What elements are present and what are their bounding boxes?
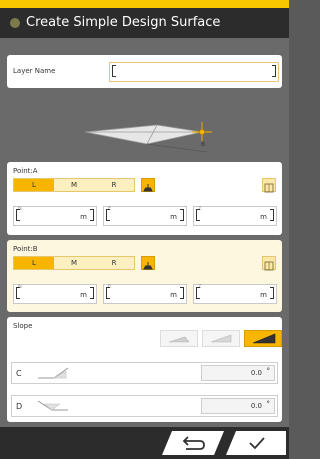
point-a-e-unit: m	[170, 213, 177, 221]
bracket-left-icon	[16, 287, 20, 299]
point-a-title: Point:A	[13, 167, 38, 175]
bracket-right-icon	[90, 209, 94, 221]
point-b-marker-icon	[199, 129, 205, 135]
point-a-option-r[interactable]: R	[94, 179, 134, 191]
slope-c-diagram-icon	[38, 367, 69, 379]
point-b-z-unit: m	[260, 291, 267, 299]
partial-slope-icon	[210, 334, 232, 343]
bracket-right-icon	[270, 209, 274, 221]
bracket-left-icon	[106, 209, 110, 221]
layer-name-label: Layer Name	[13, 67, 56, 75]
point-b-title: Point:B	[13, 245, 38, 253]
bracket-right-icon	[90, 287, 94, 299]
bracket-left-icon	[196, 287, 200, 299]
bracket-right-icon	[180, 209, 184, 221]
slope-mode-flat-button[interactable]	[160, 330, 198, 347]
point-a-z-unit: m	[260, 213, 267, 221]
point-b-e-field[interactable]: E m	[103, 284, 187, 304]
slope-c-input[interactable]: 0.0 °	[201, 365, 275, 381]
bracket-left-icon	[196, 209, 200, 221]
slope-d-value: 0.0	[250, 402, 262, 410]
point-b-option-l[interactable]: L	[14, 257, 54, 269]
point-a-panel: Point:A L M R N m E m Z m	[7, 162, 282, 235]
point-a-option-l[interactable]: L	[14, 179, 54, 191]
slope-row-d: D 0.0 °	[11, 395, 278, 417]
preview-surface	[84, 124, 203, 145]
header-bar: Create Simple Design Surface	[0, 8, 289, 38]
excavator-pick-icon	[143, 262, 153, 270]
point-b-pick-button[interactable]	[141, 256, 155, 270]
slope-d-diagram-icon	[37, 400, 68, 411]
point-b-z-field[interactable]: Z m	[193, 284, 277, 304]
screen: Create Simple Design Surface Layer Name …	[0, 0, 289, 459]
bracket-right-icon	[272, 65, 276, 77]
slope-title: Slope	[13, 322, 33, 330]
point-a-n-field[interactable]: N m	[13, 206, 97, 226]
point-a-n-unit: m	[80, 213, 87, 221]
point-b-library-button[interactable]	[262, 256, 276, 271]
point-a-pick-button[interactable]	[141, 178, 155, 192]
point-b-n-unit: m	[80, 291, 87, 299]
preview-point-label: B	[201, 141, 205, 148]
slope-d-input[interactable]: 0.0 °	[201, 398, 275, 414]
top-accent-bar	[0, 0, 289, 8]
slope-row-d-label: D	[16, 402, 23, 411]
back-button[interactable]	[162, 431, 224, 455]
slope-c-unit: °	[266, 367, 271, 375]
bracket-left-icon	[106, 287, 110, 299]
point-b-option-m[interactable]: M	[54, 257, 94, 269]
excavator-pick-icon	[143, 184, 153, 192]
point-b-panel: Point:B L M R N m E m Z m	[7, 240, 282, 312]
slope-row-c: C 0.0 °	[11, 362, 278, 384]
bracket-left-icon	[112, 65, 116, 77]
point-a-library-button[interactable]	[262, 178, 276, 193]
bracket-left-icon	[16, 209, 20, 221]
slope-d-unit: °	[266, 400, 271, 408]
point-a-option-m[interactable]: M	[54, 179, 94, 191]
point-b-lmr-selector: L M R	[13, 256, 135, 270]
slope-c-value: 0.0	[250, 369, 262, 377]
confirm-button[interactable]	[226, 431, 286, 455]
bottom-action-bar	[0, 427, 289, 459]
book-icon	[264, 261, 274, 271]
flat-slope-icon	[168, 336, 190, 343]
point-a-z-field[interactable]: Z m	[193, 206, 277, 226]
layer-name-input[interactable]	[109, 62, 279, 82]
slope-mode-full-button[interactable]	[244, 330, 282, 347]
full-slope-icon	[252, 333, 276, 344]
point-a-e-field[interactable]: E m	[103, 206, 187, 226]
point-b-option-r[interactable]: R	[94, 257, 134, 269]
status-dot-icon	[10, 18, 20, 28]
page-title: Create Simple Design Surface	[26, 15, 221, 30]
point-a-lmr-selector: L M R	[13, 178, 135, 192]
bracket-right-icon	[180, 287, 184, 299]
slope-panel: Slope C 0.0 ° D 0.0 °	[7, 317, 282, 422]
point-b-e-unit: m	[170, 291, 177, 299]
slope-mode-partial-button[interactable]	[202, 330, 240, 347]
bracket-right-icon	[270, 287, 274, 299]
point-b-n-field[interactable]: N m	[13, 284, 97, 304]
slope-row-c-label: C	[16, 369, 22, 378]
book-icon	[264, 183, 274, 193]
layer-name-panel: Layer Name	[7, 55, 282, 88]
surface-preview-diagram: B	[84, 122, 212, 153]
